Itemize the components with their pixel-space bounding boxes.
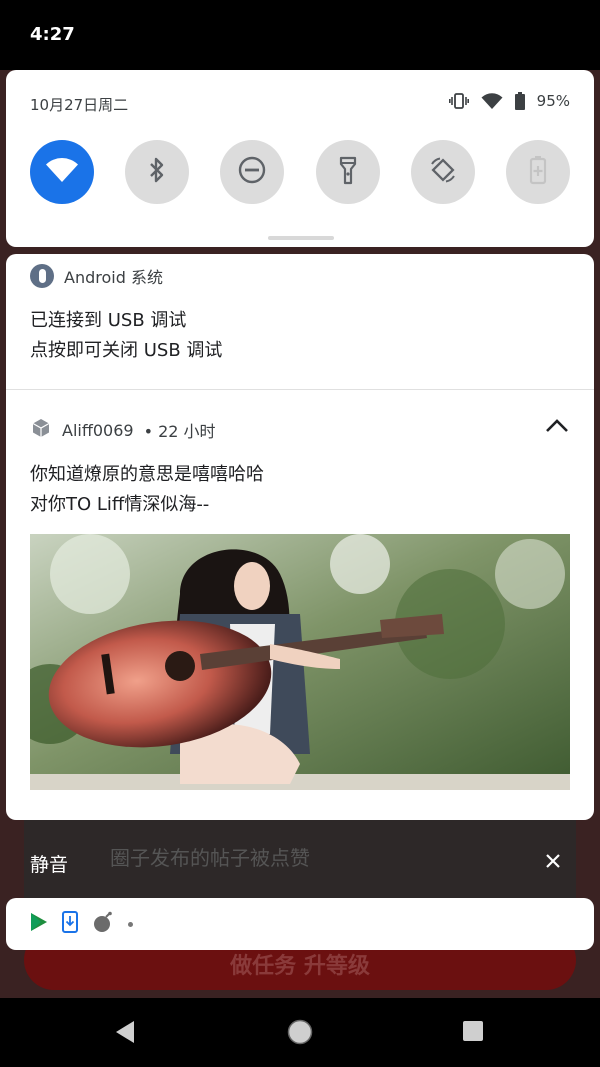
wifi-icon bbox=[45, 156, 79, 188]
download-icon bbox=[62, 911, 78, 937]
android-system-icon bbox=[30, 264, 54, 288]
date-label[interactable]: 10月27日周二 bbox=[30, 94, 128, 115]
vibrate-icon bbox=[448, 93, 469, 109]
auto-rotate-tile[interactable] bbox=[410, 140, 475, 204]
quick-tiles bbox=[30, 140, 570, 204]
flashlight-icon bbox=[338, 155, 358, 189]
do-not-disturb-tile[interactable] bbox=[220, 140, 285, 204]
recents-icon[interactable] bbox=[462, 1020, 484, 1046]
silent-section-label: 静音 bbox=[30, 854, 69, 876]
auto-rotate-icon bbox=[428, 155, 458, 189]
navigation-bar bbox=[0, 998, 600, 1067]
usb-notification-app: Android 系统 bbox=[64, 268, 163, 287]
wifi-status-icon bbox=[481, 92, 503, 110]
bluetooth-icon bbox=[147, 156, 167, 188]
collapse-chevron-icon[interactable] bbox=[544, 416, 570, 436]
bluetooth-tile[interactable] bbox=[125, 140, 190, 204]
bomb-icon bbox=[92, 911, 114, 937]
aliff-notification-header[interactable]: Aliff0069 • 22 小时 bbox=[30, 417, 216, 443]
notification-card: Android 系统 已连接到 USB 调试 点按即可关闭 USB 调试 Ali… bbox=[6, 254, 594, 820]
drag-handle[interactable] bbox=[268, 236, 334, 240]
do-not-disturb-icon bbox=[237, 155, 267, 189]
battery-icon bbox=[514, 92, 525, 110]
quick-settings-panel: 10月27日周二 95% bbox=[6, 70, 594, 247]
battery-percent: 95% bbox=[536, 92, 570, 110]
background-button-label: 做任务 升等级 bbox=[230, 954, 370, 979]
flashlight-tile[interactable] bbox=[315, 140, 380, 204]
usb-notification-title[interactable]: 已连接到 USB 调试 bbox=[30, 306, 186, 332]
battery-saver-tile[interactable] bbox=[505, 140, 570, 204]
aliff-notification-time: • 22 小时 bbox=[143, 422, 216, 441]
play-store-icon bbox=[30, 912, 48, 936]
guitar-girl-photo bbox=[30, 534, 570, 790]
more-dot bbox=[128, 921, 133, 927]
system-status-icons: 95% bbox=[448, 92, 570, 110]
notification-image[interactable] bbox=[30, 534, 570, 790]
usb-notification-header[interactable]: Android 系统 bbox=[30, 264, 163, 288]
usb-notification-text[interactable]: 点按即可关闭 USB 调试 bbox=[30, 336, 222, 362]
divider bbox=[6, 389, 594, 390]
cube-icon bbox=[30, 417, 52, 443]
aliff-notification-line2[interactable]: 对你TO Liff情深似海-- bbox=[30, 490, 209, 516]
silent-notifications-card[interactable] bbox=[6, 898, 594, 950]
battery-saver-icon bbox=[529, 155, 547, 189]
aliff-notification-line1[interactable]: 你知道燎原的意思是嘻嘻哈哈 bbox=[30, 460, 264, 486]
close-icon[interactable] bbox=[543, 851, 563, 871]
back-icon[interactable] bbox=[114, 1020, 136, 1048]
home-icon[interactable] bbox=[286, 1018, 314, 1050]
status-time: 4:27 bbox=[30, 24, 75, 45]
status-bar: 4:27 bbox=[0, 0, 600, 70]
aliff-notification-app: Aliff0069 bbox=[62, 420, 134, 440]
background-row-title: 圈子发布的帖子被点赞 bbox=[110, 846, 310, 870]
wifi-tile[interactable] bbox=[30, 140, 94, 204]
